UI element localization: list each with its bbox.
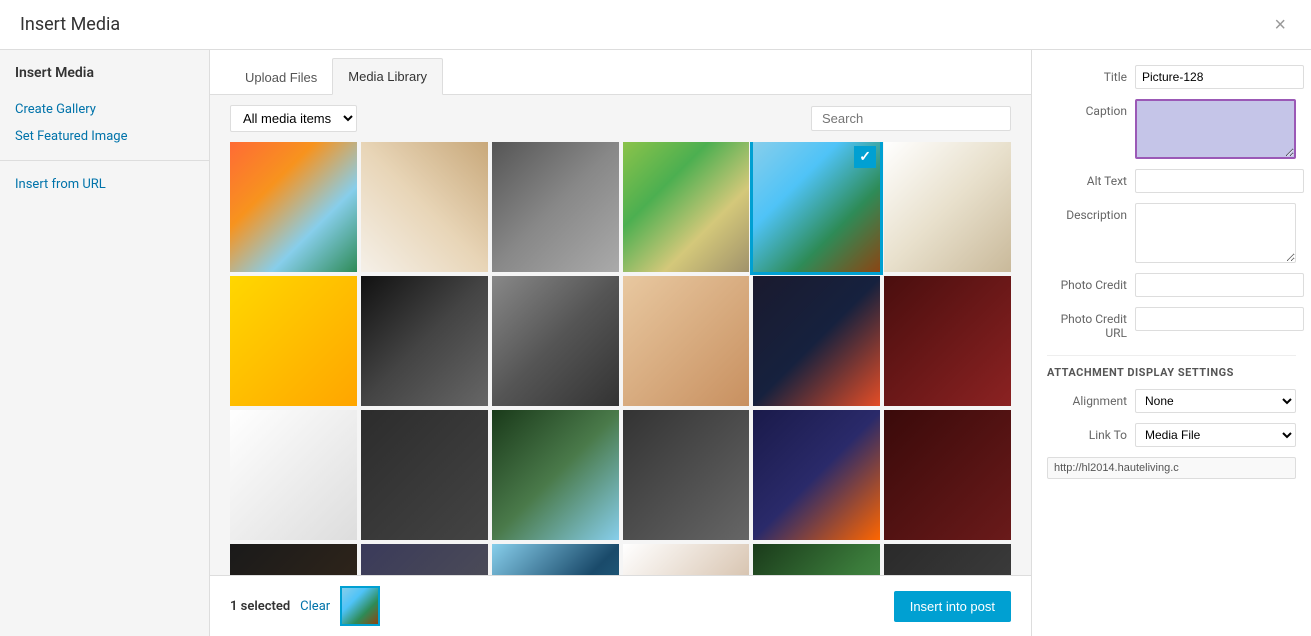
media-thumb-19[interactable] xyxy=(230,544,357,575)
media-thumb-24[interactable] xyxy=(884,544,1011,575)
photo-credit-url-input[interactable] xyxy=(1135,307,1304,331)
modal-overlay: Insert Media × Insert Media Create Galle… xyxy=(0,0,1311,636)
insert-into-post-button[interactable]: Insert into post xyxy=(894,591,1011,622)
media-thumb-18[interactable] xyxy=(884,410,1011,540)
media-thumb-3[interactable] xyxy=(492,142,619,272)
media-filter-select[interactable]: All media itemsImagesAudioVideo xyxy=(230,105,357,132)
link-to-select[interactable]: Media FileAttachment PageCustom URLNone xyxy=(1135,423,1296,447)
insert-media-modal: Insert Media × Insert Media Create Galle… xyxy=(0,0,1311,636)
media-thumb-14[interactable] xyxy=(361,410,488,540)
caption-textarea[interactable] xyxy=(1135,99,1296,159)
media-thumb-17[interactable] xyxy=(753,410,880,540)
link-to-label: Link To xyxy=(1047,423,1127,442)
title-input[interactable] xyxy=(1135,65,1304,89)
media-thumb-20[interactable] xyxy=(361,544,488,575)
title-field-row: Title xyxy=(1047,65,1296,89)
media-thumb-11[interactable] xyxy=(753,276,880,406)
modal-close-button[interactable]: × xyxy=(1269,10,1291,40)
alignment-label: Alignment xyxy=(1047,389,1127,408)
media-thumb-6[interactable] xyxy=(884,142,1011,272)
tabs-bar: Upload Files Media Library xyxy=(210,50,1031,95)
media-thumb-16[interactable] xyxy=(623,410,750,540)
media-thumb-21[interactable] xyxy=(492,544,619,575)
tab-media-library[interactable]: Media Library xyxy=(332,58,443,95)
description-textarea[interactable] xyxy=(1135,203,1296,263)
sidebar: Insert Media Create Gallery Set Featured… xyxy=(0,50,210,636)
description-field-row: Description xyxy=(1047,203,1296,263)
title-label: Title xyxy=(1047,65,1127,84)
photo-credit-url-label: Photo Credit URL xyxy=(1047,307,1127,340)
photo-credit-input[interactable] xyxy=(1135,273,1304,297)
sidebar-item-create-gallery[interactable]: Create Gallery xyxy=(0,96,209,123)
alt-text-label: Alt Text xyxy=(1047,169,1127,188)
photo-credit-label: Photo Credit xyxy=(1047,273,1127,292)
media-grid: ✓ xyxy=(230,142,1011,575)
photo-credit-url-field-row: Photo Credit URL xyxy=(1047,307,1296,340)
sidebar-title: Insert Media xyxy=(0,65,209,96)
alignment-select[interactable]: NoneLeftCenterRight xyxy=(1135,389,1296,413)
main-content: Upload Files Media Library All media ite… xyxy=(210,50,1031,636)
right-panel: Title Caption Alt Text Description xyxy=(1031,50,1311,636)
selected-count: 1 selected xyxy=(230,599,290,614)
sidebar-item-set-featured-image[interactable]: Set Featured Image xyxy=(0,123,209,150)
caption-field-row: Caption xyxy=(1047,99,1296,159)
media-thumb-22[interactable] xyxy=(623,544,750,575)
media-toolbar: All media itemsImagesAudioVideo xyxy=(210,95,1031,142)
media-grid-area: ✓ xyxy=(210,142,1031,575)
media-thumb-7[interactable] xyxy=(230,276,357,406)
photo-credit-field-row: Photo Credit xyxy=(1047,273,1296,297)
media-thumb-10[interactable] xyxy=(623,276,750,406)
media-thumb-8[interactable] xyxy=(361,276,488,406)
footer-bar: 1 selected Clear Insert into post xyxy=(210,575,1031,636)
search-input[interactable] xyxy=(811,106,1011,131)
clear-selection-link[interactable]: Clear xyxy=(300,599,330,614)
alt-text-field-row: Alt Text xyxy=(1047,169,1296,193)
media-thumb-4[interactable] xyxy=(623,142,750,272)
caption-label: Caption xyxy=(1047,99,1127,118)
media-thumb-5[interactable]: ✓ xyxy=(753,142,880,272)
media-thumb-12[interactable] xyxy=(884,276,1011,406)
tab-upload-files[interactable]: Upload Files xyxy=(230,60,332,95)
sidebar-item-insert-from-url[interactable]: Insert from URL xyxy=(0,171,209,198)
modal-body: Insert Media Create Gallery Set Featured… xyxy=(0,50,1311,636)
selected-thumbnail xyxy=(340,586,380,626)
description-label: Description xyxy=(1047,203,1127,222)
link-to-field-row: Link To Media FileAttachment PageCustom … xyxy=(1047,423,1296,447)
attachment-settings-title: ATTACHMENT DISPLAY SETTINGS xyxy=(1047,355,1296,379)
url-field-row xyxy=(1047,457,1296,479)
media-thumb-13[interactable] xyxy=(230,410,357,540)
modal-title: Insert Media xyxy=(20,14,120,35)
media-thumb-15[interactable] xyxy=(492,410,619,540)
media-thumb-1[interactable] xyxy=(230,142,357,272)
alignment-field-row: Alignment NoneLeftCenterRight xyxy=(1047,389,1296,413)
media-thumb-23[interactable] xyxy=(753,544,880,575)
modal-header: Insert Media × xyxy=(0,0,1311,50)
url-input[interactable] xyxy=(1047,457,1296,479)
media-thumb-2[interactable] xyxy=(361,142,488,272)
sidebar-divider xyxy=(0,160,209,161)
media-thumb-9[interactable] xyxy=(492,276,619,406)
alt-text-input[interactable] xyxy=(1135,169,1304,193)
